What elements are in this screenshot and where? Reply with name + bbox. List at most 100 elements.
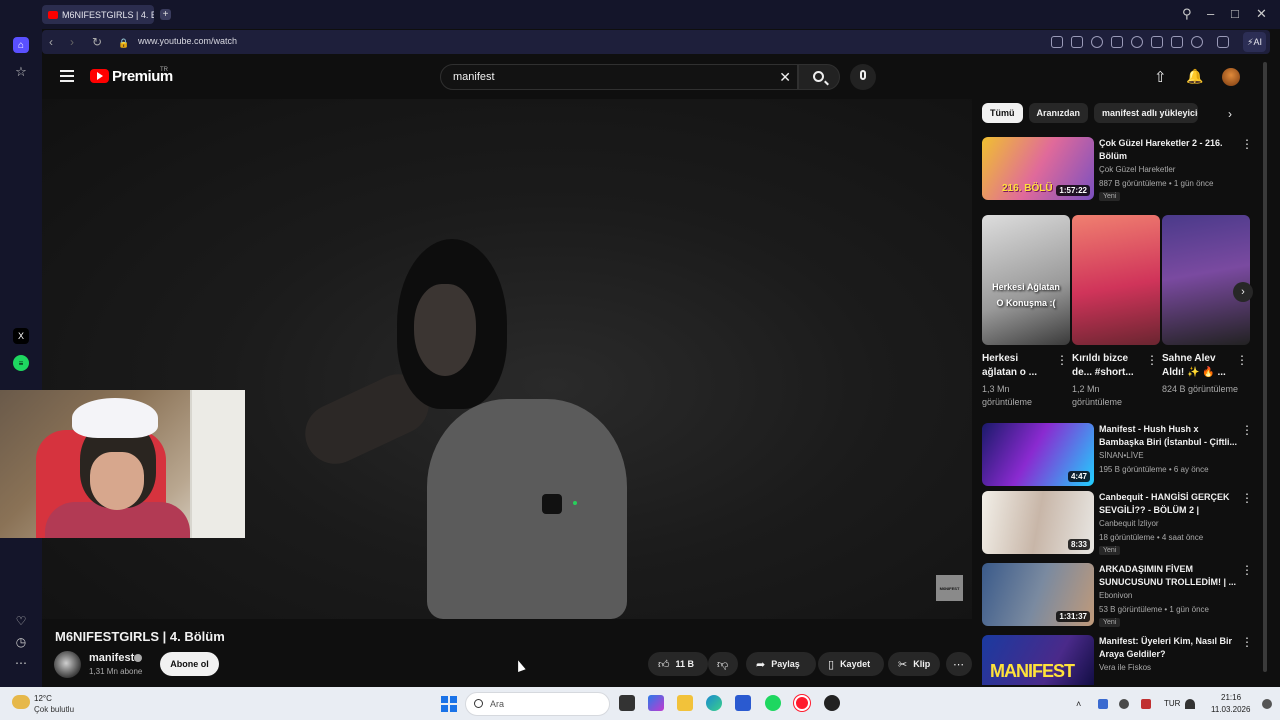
video-title[interactable]: Çok Güzel Hareketler 2 - 216. Bölüm: [1099, 137, 1239, 163]
chevron-right-icon[interactable]: ›: [1228, 107, 1232, 121]
kebab-icon[interactable]: ⋮: [1241, 138, 1253, 150]
scrollbar[interactable]: [1263, 62, 1267, 672]
more-actions-button[interactable]: ⋯: [946, 652, 972, 676]
avatar[interactable]: [1222, 68, 1240, 86]
video-thumbnail[interactable]: 4:47: [982, 423, 1094, 486]
close-window-button[interactable]: ✕: [1256, 7, 1267, 21]
kebab-icon[interactable]: ⋮: [1146, 354, 1158, 366]
minimize-button[interactable]: –: [1207, 7, 1214, 21]
tray-app-icon[interactable]: [1098, 699, 1108, 709]
chip-all[interactable]: Tümü: [982, 103, 1023, 123]
download-icon[interactable]: [1151, 36, 1163, 48]
video-title[interactable]: Canbequit - HANGİSİ GERÇEK SEVGİLİ?? - B…: [1099, 491, 1239, 517]
short-title[interactable]: Herkesi ağlatan o ...: [982, 352, 1054, 380]
weather-temperature[interactable]: 12°C: [34, 694, 52, 703]
channel-name[interactable]: SİNAN•LİVE: [1099, 451, 1144, 460]
kebab-icon[interactable]: ⋮: [1241, 564, 1253, 576]
url-field[interactable]: www.youtube.com/watch: [138, 36, 237, 46]
clip-button[interactable]: ✂ Klip: [888, 652, 940, 676]
history-icon[interactable]: ◷: [13, 634, 29, 650]
edge-icon[interactable]: [706, 695, 722, 711]
profile-icon[interactable]: [1191, 36, 1203, 48]
channel-name[interactable]: Vera ile Fiskos: [1099, 663, 1151, 672]
ai-button[interactable]: ⚡AI: [1243, 32, 1266, 52]
clock-time[interactable]: 21:16: [1221, 693, 1241, 702]
recommendation-item[interactable]: 1:31:37 ARKADAŞIMIN FİVEM SUNUCUSUNU TRO…: [982, 563, 1253, 627]
short-title[interactable]: Sahne Alev Aldı! ✨ 🔥 ...: [1162, 352, 1234, 380]
upload-icon[interactable]: ⇧: [1154, 68, 1167, 86]
video-thumbnail[interactable]: 8:33: [982, 491, 1094, 554]
back-button[interactable]: ‹: [49, 35, 53, 49]
short-thumbnail[interactable]: [1072, 215, 1160, 345]
language-indicator[interactable]: TUR: [1164, 699, 1180, 708]
kebab-icon[interactable]: ⋮: [1236, 354, 1248, 366]
video-thumbnail[interactable]: 1:31:37: [982, 563, 1094, 626]
kebab-icon[interactable]: ⋮: [1241, 492, 1253, 504]
edit-icon[interactable]: [1051, 36, 1063, 48]
kebab-icon[interactable]: ⋮: [1056, 354, 1068, 366]
kebab-icon[interactable]: ⋮: [1241, 636, 1252, 648]
forward-button[interactable]: ›: [70, 35, 74, 49]
search-tabs-icon[interactable]: ⚲: [1182, 7, 1192, 21]
video-player[interactable]: M6NIFEST: [42, 99, 972, 619]
dislike-button[interactable]: 👎︎: [708, 652, 738, 676]
short-thumbnail[interactable]: Herkesi Ağlatan O Konuşma :(: [982, 215, 1070, 345]
heart-icon[interactable]: ♡: [13, 613, 29, 629]
spotify-icon[interactable]: ≡: [13, 355, 29, 371]
chip-related[interactable]: Aranızdan: [1028, 103, 1089, 123]
network-icon[interactable]: [1119, 699, 1129, 709]
channel-name[interactable]: Çok Güzel Hareketler: [1099, 165, 1175, 174]
menu-icon[interactable]: [1171, 36, 1183, 48]
short-thumbnail[interactable]: [1162, 215, 1250, 345]
windows-start-icon[interactable]: [441, 696, 457, 712]
search-input[interactable]: manifest ✕: [440, 64, 798, 90]
save-button[interactable]: ▯ Kaydet: [818, 652, 884, 676]
short-title[interactable]: Kırıldı bizce de... #short...: [1072, 352, 1144, 380]
clock-date[interactable]: 11.03.2026: [1211, 705, 1250, 714]
video-thumbnail[interactable]: MANIFEST: [982, 635, 1094, 685]
more-icon[interactable]: ⋯: [13, 655, 29, 671]
video-thumbnail[interactable]: 216. BÖLÜ 1:57:22: [982, 137, 1094, 200]
opera-gx-icon[interactable]: [824, 695, 840, 711]
video-title[interactable]: Manifest - Hush Hush x Bambaşka Biri (İs…: [1099, 423, 1239, 449]
bookmark-heart-icon[interactable]: [1131, 36, 1143, 48]
task-view-icon[interactable]: [619, 695, 635, 711]
like-button[interactable]: 👍︎ 11 B: [648, 652, 708, 676]
recommendation-item[interactable]: 4:47 Manifest - Hush Hush x Bambaşka Bir…: [982, 423, 1253, 487]
hamburger-menu-icon[interactable]: [60, 70, 74, 82]
kebab-icon[interactable]: ⋮: [1241, 424, 1253, 436]
recommendation-item[interactable]: 8:33 Canbequit - HANGİSİ GERÇEK SEVGİLİ?…: [982, 491, 1253, 555]
recommendation-item[interactable]: MANIFEST Manifest: Üyeleri Kim, Nasıl Bi…: [982, 635, 1252, 685]
reload-button[interactable]: ↻: [92, 35, 102, 49]
youtube-logo-icon[interactable]: [90, 69, 109, 83]
channel-watermark[interactable]: M6NIFEST: [936, 575, 963, 601]
channel-name[interactable]: Canbequit İzliyor: [1099, 519, 1159, 528]
copilot-icon[interactable]: [648, 695, 664, 711]
bell-icon[interactable]: 🔔: [1186, 68, 1203, 85]
play-icon[interactable]: [1111, 36, 1123, 48]
chevron-up-icon[interactable]: ˄: [1076, 699, 1086, 709]
maximize-button[interactable]: □: [1231, 7, 1239, 21]
channel-name[interactable]: Ebonivon: [1099, 591, 1132, 600]
star-icon[interactable]: ☆: [13, 64, 29, 80]
camera-icon[interactable]: [1071, 36, 1083, 48]
new-tab-button[interactable]: +: [160, 9, 171, 20]
clear-search-button[interactable]: ✕: [779, 69, 791, 85]
search-button[interactable]: [798, 64, 840, 90]
home-icon[interactable]: ⌂: [13, 37, 29, 53]
chip-uploader[interactable]: manifest adlı yükleyicide: [1094, 103, 1199, 123]
video-title[interactable]: Manifest: Üyeleri Kim, Nasıl Bir Araya G…: [1099, 635, 1239, 661]
opera-icon[interactable]: [794, 695, 810, 711]
extensions-icon[interactable]: [1217, 36, 1229, 48]
shield-icon[interactable]: [1091, 36, 1103, 48]
channel-avatar[interactable]: [54, 651, 81, 678]
notification-bell-icon[interactable]: [1262, 699, 1272, 709]
weather-description[interactable]: Çok bulutlu: [34, 705, 74, 714]
wifi-icon[interactable]: [1185, 699, 1195, 709]
file-explorer-icon[interactable]: [677, 695, 693, 711]
tab-youtube[interactable]: M6NIFESTGIRLS | 4. Bö: [42, 5, 154, 24]
share-button[interactable]: ➦ Paylaş: [746, 652, 816, 676]
video-title[interactable]: ARKADAŞIMIN FİVEM SUNUCUSUNU TROLLEDİM! …: [1099, 563, 1239, 589]
weather-icon[interactable]: [12, 695, 30, 709]
voice-search-button[interactable]: [850, 64, 876, 90]
